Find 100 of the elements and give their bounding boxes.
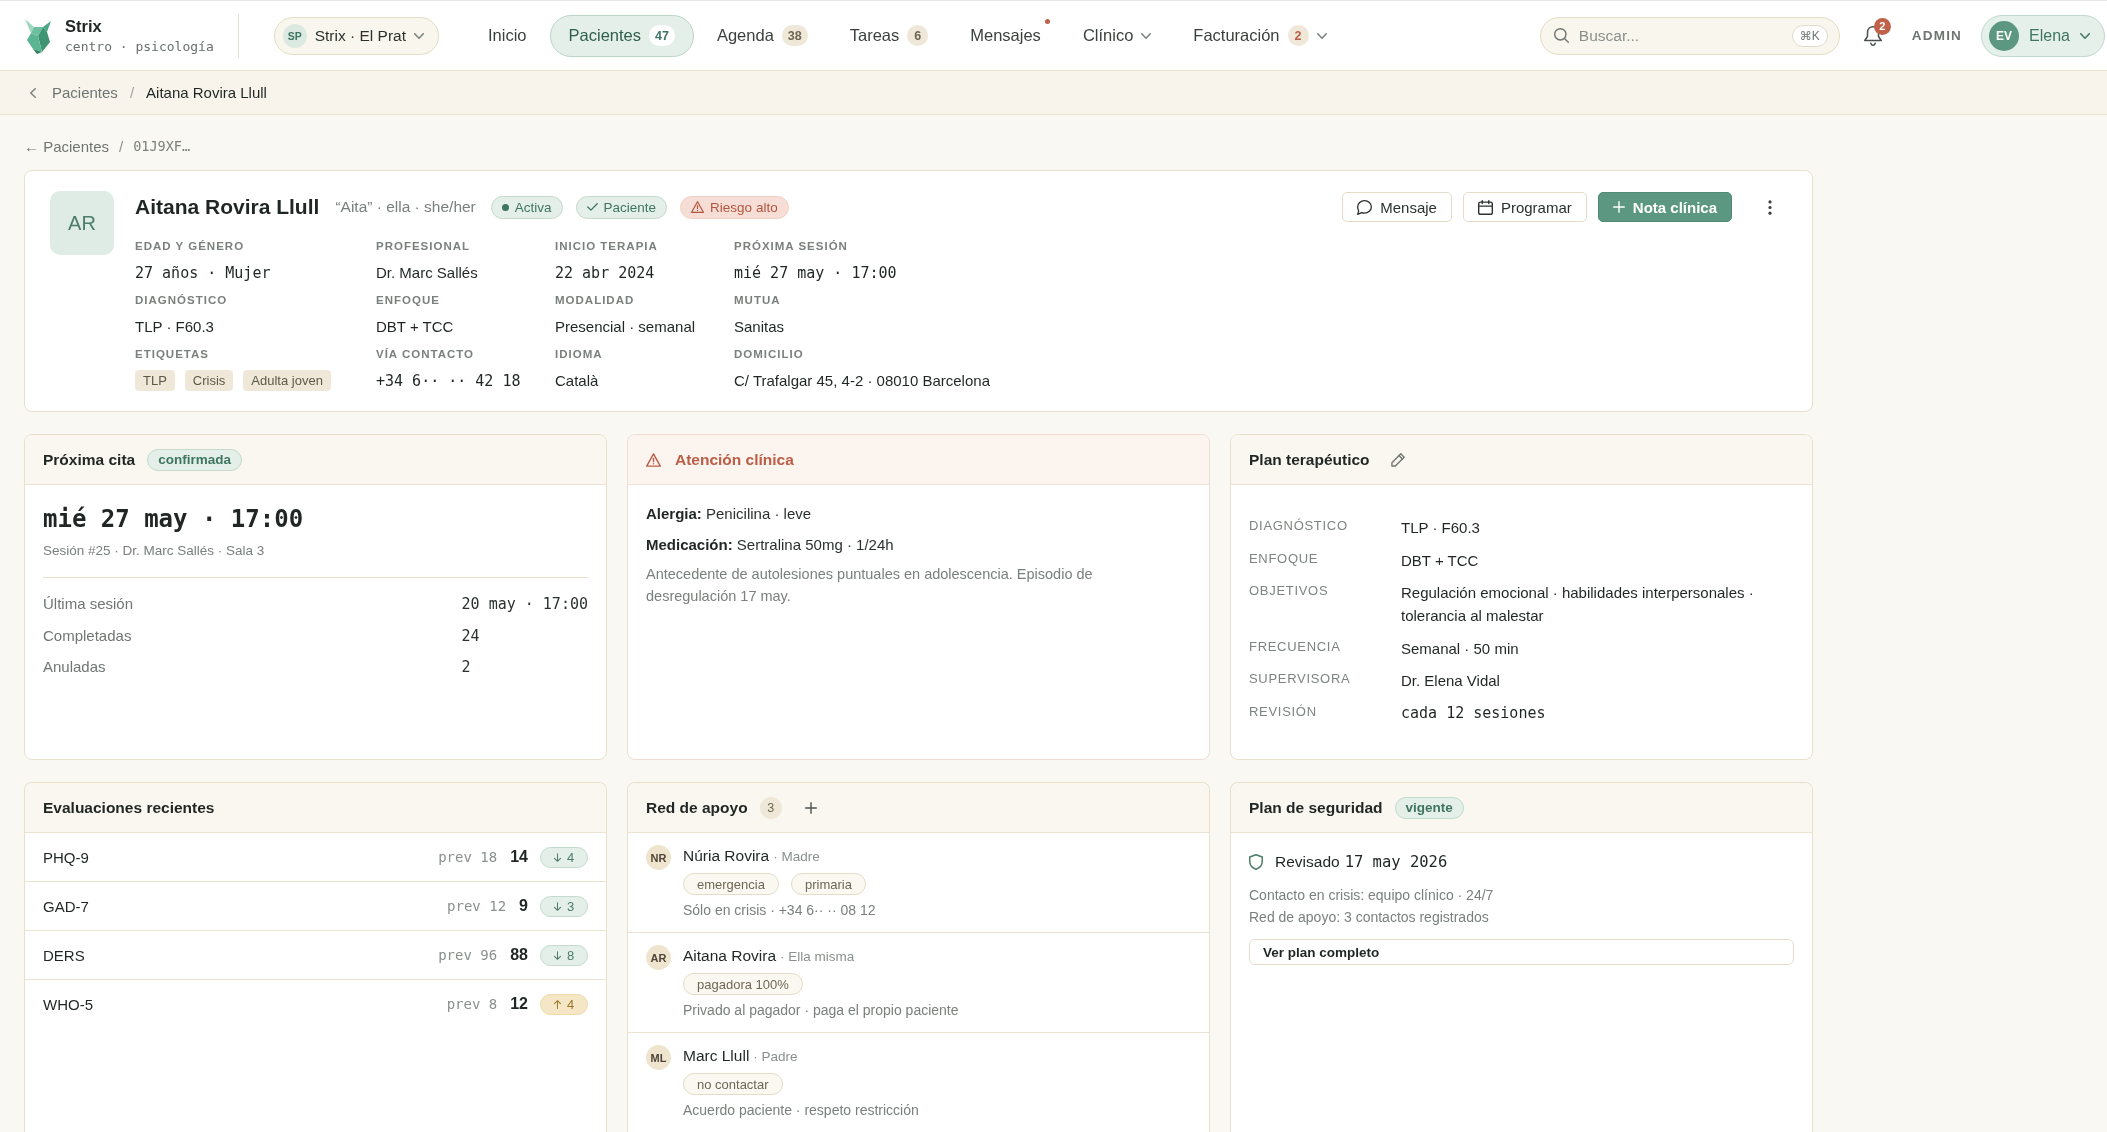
tag: no contactar bbox=[683, 1073, 783, 1095]
previous-score: prev 12 bbox=[447, 898, 507, 914]
plus-icon bbox=[1612, 201, 1625, 213]
plan-value: Regulación emocional · habilidades interpersonales · tolerancia al malestar bbox=[1401, 583, 1755, 626]
breadcrumb-link[interactable]: Pacientes bbox=[52, 84, 118, 101]
logo-icon bbox=[23, 17, 53, 54]
back-link[interactable]: ← Pacientes bbox=[24, 137, 110, 155]
nav-tab[interactable]: Tareas 6 bbox=[830, 14, 948, 57]
contact-note: Privado al pagador · paga el propio paciente bbox=[683, 1001, 959, 1020]
nav-tab[interactable]: Mensajes bbox=[951, 14, 1060, 57]
edit-button[interactable] bbox=[1389, 451, 1406, 468]
arrow-up-icon bbox=[553, 999, 561, 1009]
previous-score: prev 18 bbox=[438, 849, 498, 865]
clinical-alert-line: Medicación: Sertralina 50mg · 1/24h bbox=[646, 535, 895, 555]
review-label: Revisado bbox=[1275, 852, 1340, 872]
assessment-score: 14 bbox=[510, 848, 528, 866]
field-value: 27 años · Mujer bbox=[135, 263, 272, 284]
count-badge: 47 bbox=[649, 25, 675, 46]
plus-icon bbox=[804, 801, 817, 814]
nav-tab[interactable]: Clínico bbox=[1063, 14, 1171, 57]
breadcrumb-separator: / bbox=[119, 137, 124, 155]
field-value: Sanitas bbox=[734, 317, 786, 337]
field-value: mié 27 may · 17:00 bbox=[734, 263, 898, 284]
count-badge: 6 bbox=[907, 25, 929, 46]
message-button[interactable]: Mensaje bbox=[1342, 192, 1452, 222]
assessment-name: DERS bbox=[43, 946, 86, 964]
plan-label: DIAGNÓSTICO bbox=[1249, 517, 1349, 535]
previous-score: prev 8 bbox=[446, 996, 498, 1012]
view-plan-button[interactable]: Ver plan completo bbox=[1249, 939, 1794, 965]
assessment-name: GAD-7 bbox=[43, 897, 90, 915]
field-value: Presencial · semanal bbox=[555, 317, 697, 337]
appointment-details: Sesión #25 · Dr. Marc Sallés · Sala 3 bbox=[43, 542, 266, 560]
plan-value: TLP · F60.3 bbox=[1401, 518, 1481, 538]
record-code: 01J9XF… bbox=[133, 138, 191, 154]
field-label: PROFESIONAL bbox=[376, 239, 472, 254]
card-title: Plan de seguridad bbox=[1249, 798, 1383, 817]
contact-name: Núria Rovira bbox=[683, 847, 770, 864]
clinic-selector[interactable]: SP Strix · El Prat bbox=[273, 16, 439, 55]
assessment-name: WHO-5 bbox=[43, 995, 94, 1013]
chevron-down-icon bbox=[2080, 32, 2090, 39]
count-badge: 2 bbox=[1287, 25, 1309, 46]
appointment-datetime: mié 27 may · 17:00 bbox=[43, 504, 305, 535]
status-label: Paciente bbox=[603, 199, 657, 215]
contact-avatar: ML bbox=[646, 1045, 671, 1070]
notifications-button[interactable]: 2 bbox=[1857, 17, 1888, 54]
field-label: ETIQUETAS bbox=[135, 347, 210, 362]
role-label: ADMIN bbox=[1911, 28, 1963, 43]
warning-icon bbox=[646, 452, 661, 467]
field-label: VÍA CONTACTO bbox=[376, 347, 476, 362]
contact-relation: · Madre bbox=[773, 849, 820, 864]
plan-value: DBT + TCC bbox=[1401, 550, 1480, 571]
plan-value: Semanal · 50 min bbox=[1401, 638, 1520, 659]
add-button[interactable] bbox=[803, 800, 818, 815]
tag: Adulta joven bbox=[243, 370, 331, 391]
calendar-icon bbox=[1477, 199, 1493, 215]
plan-label: REVISIÓN bbox=[1249, 702, 1318, 721]
plan-value: Dr. Elena Vidal bbox=[1401, 671, 1501, 691]
nav-tab[interactable]: Agenda 38 bbox=[697, 14, 827, 57]
contact-note: Acuerdo paciente · respeto restricción bbox=[683, 1101, 919, 1120]
more-icon bbox=[1768, 199, 1772, 215]
brand-name: Strix bbox=[65, 16, 103, 36]
breadcrumb-current: Aitana Rovira Llull bbox=[146, 84, 267, 101]
chat-bubble-icon bbox=[1357, 199, 1373, 215]
field-label: PRÓXIMA SESIÓN bbox=[734, 239, 849, 254]
schedule-button[interactable]: Programar bbox=[1462, 192, 1587, 222]
card-title: Red de apoyo bbox=[646, 798, 748, 817]
field-label: INICIO TERAPIA bbox=[555, 239, 659, 254]
field-label: EDAD Y GÉNERO bbox=[135, 239, 246, 254]
contact-avatar: AR bbox=[646, 945, 671, 970]
count-badge: 38 bbox=[781, 25, 808, 46]
nav-tab[interactable]: Pacientes 47 bbox=[549, 14, 694, 57]
stat-value: 24 bbox=[461, 625, 481, 647]
score-change-value: 3 bbox=[566, 898, 575, 914]
plan-label: FRECUENCIA bbox=[1249, 637, 1342, 656]
clinical-alert-line: Alergia: Penicilina · leve bbox=[646, 504, 813, 524]
score-change-value: 4 bbox=[566, 996, 575, 1012]
nav-tab[interactable]: Inicio bbox=[469, 14, 546, 57]
field-value: C/ Trafalgar 45, 4-2 · 08010 Barcelona bbox=[734, 371, 991, 391]
user-menu-button[interactable]: EV Elena bbox=[1981, 14, 2105, 57]
status-badge: vigente bbox=[1394, 796, 1464, 819]
safety-plan-line: Red de apoyo: 3 contactos registrados bbox=[1249, 908, 1490, 927]
field-label: ENFOQUE bbox=[376, 293, 441, 308]
card-title: Evaluaciones recientes bbox=[43, 798, 215, 817]
field-label: DOMICILIO bbox=[734, 347, 805, 362]
nav-tab[interactable]: Facturación 2 bbox=[1174, 14, 1346, 57]
shield-icon bbox=[1249, 854, 1263, 870]
score-change-value: 4 bbox=[566, 849, 575, 865]
patient-name: Aitana Rovira Llull bbox=[135, 195, 320, 219]
tag: pagadora 100% bbox=[683, 973, 803, 995]
check-icon bbox=[586, 203, 598, 211]
previous-score: prev 96 bbox=[438, 947, 498, 963]
card-title: Próxima cita bbox=[43, 450, 136, 469]
patient-pronouns: “Aita” · ella · she/her bbox=[335, 198, 476, 216]
initials-avatar: SP bbox=[282, 23, 307, 48]
stat-value: 20 may · 17:00 bbox=[461, 594, 588, 615]
breadcrumb-separator: / bbox=[129, 84, 135, 101]
stat-label: Anuladas bbox=[43, 657, 107, 677]
search-icon bbox=[1553, 27, 1569, 43]
contact-relation: · Padre bbox=[753, 1049, 798, 1064]
chevron-left-icon bbox=[30, 87, 36, 98]
